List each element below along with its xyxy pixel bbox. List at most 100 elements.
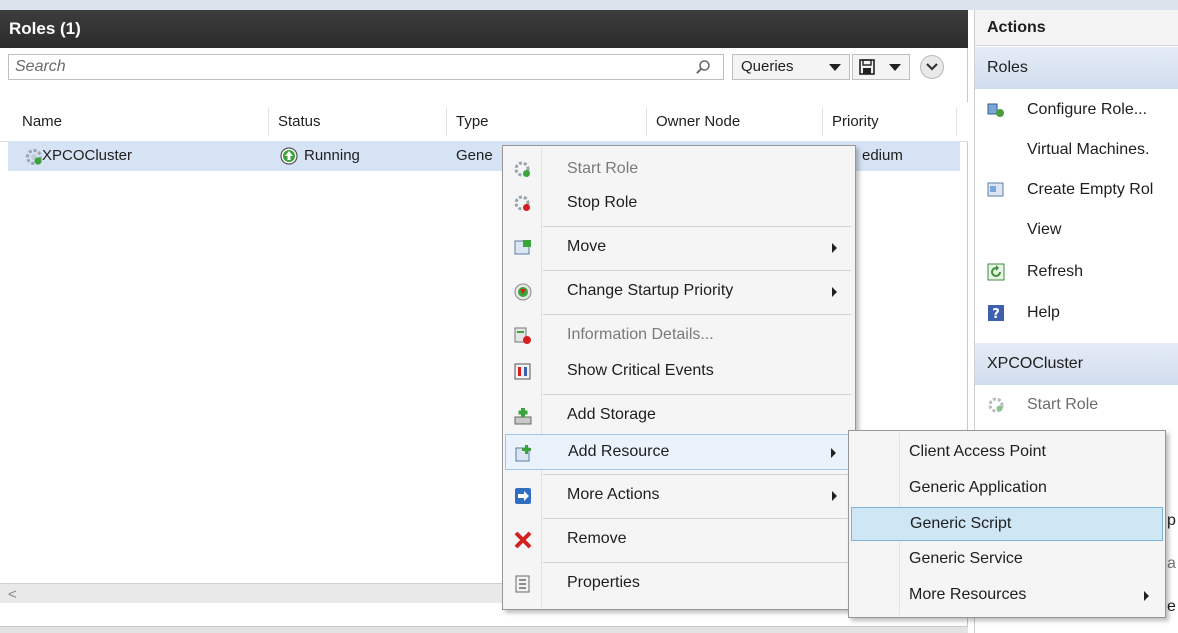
scroll-left-icon[interactable]: < (8, 586, 17, 603)
action-help[interactable]: ? Help (975, 293, 1178, 333)
menu-item-label: Information Details... (567, 326, 714, 343)
action-label: Virtual Machines. (1027, 141, 1150, 158)
search-row: Queries (0, 52, 968, 82)
add-storage-icon (514, 408, 532, 425)
queries-button[interactable]: Queries (732, 54, 850, 80)
actions-section-xpcocluster[interactable]: XPCOCluster (975, 343, 1178, 385)
action-view[interactable]: View (975, 210, 1178, 250)
action-create-empty-role[interactable]: Create Empty Rol (975, 170, 1178, 210)
menu-separator (543, 226, 851, 227)
menu-item-change-startup-priority[interactable]: Change Startup Priority (505, 274, 853, 310)
column-divider[interactable] (646, 108, 647, 136)
save-query-button[interactable] (852, 54, 910, 80)
column-header-owner-node[interactable]: Owner Node (656, 102, 740, 142)
menu-separator (543, 394, 851, 395)
chevron-down-icon (889, 64, 901, 71)
column-header-priority[interactable]: Priority (832, 102, 879, 142)
partial-action-letter: e (1167, 598, 1176, 615)
search-box[interactable] (8, 54, 724, 80)
action-configure-role[interactable]: Configure Role... (975, 90, 1178, 130)
submenu-arrow-icon (832, 491, 837, 501)
menu-item-label: Add Resource (568, 443, 670, 460)
menu-item-move[interactable]: Move (505, 230, 853, 266)
column-divider[interactable] (268, 108, 269, 136)
menu-item-label: Stop Role (567, 194, 638, 211)
menu-item-information-details[interactable]: Information Details... (505, 318, 853, 354)
stop-role-icon (514, 195, 530, 211)
action-label: Help (1027, 304, 1060, 321)
action-label: Refresh (1027, 263, 1084, 280)
running-status-icon (280, 147, 298, 165)
submenu-item-generic-application[interactable]: Generic Application (851, 472, 1163, 506)
row-type: Gene (456, 147, 493, 164)
context-menu: Start Role Stop Role Move Change Startup… (502, 145, 856, 610)
queries-label: Queries (741, 58, 794, 75)
chevron-down-icon (829, 64, 841, 71)
startup-priority-icon (514, 283, 532, 301)
actions-section-roles[interactable]: Roles (975, 47, 1178, 89)
menu-item-stop-role[interactable]: Stop Role (505, 186, 853, 222)
menu-item-label: Add Storage (567, 406, 656, 423)
start-role-icon (988, 397, 1004, 413)
submenu-item-label: Generic Application (909, 479, 1047, 496)
column-divider[interactable] (446, 108, 447, 136)
menu-item-remove[interactable]: Remove (505, 522, 853, 558)
information-details-icon (514, 327, 531, 344)
search-input[interactable] (15, 57, 675, 77)
menu-item-label: Move (567, 238, 607, 255)
action-label: Configure Role... (1027, 101, 1148, 118)
submenu-item-label: Generic Service (909, 550, 1023, 567)
submenu-item-generic-script[interactable]: Generic Script (851, 507, 1163, 541)
window-top-strip (0, 0, 1178, 10)
actions-pane-title: Actions (975, 10, 1178, 46)
submenu-arrow-icon (832, 243, 837, 253)
column-header-name[interactable]: Name (22, 102, 62, 142)
column-divider[interactable] (822, 108, 823, 136)
menu-item-add-resource[interactable]: Add Resource (505, 434, 853, 470)
action-refresh[interactable]: Refresh (975, 252, 1178, 292)
submenu-arrow-icon (1144, 591, 1149, 601)
menu-item-more-actions[interactable]: More Actions (505, 478, 853, 514)
column-header-status[interactable]: Status (278, 102, 321, 142)
more-actions-icon (515, 488, 531, 504)
expand-collapse-button[interactable] (920, 55, 944, 79)
menu-separator (543, 314, 851, 315)
action-label: View (1027, 221, 1062, 238)
help-icon: ? (988, 305, 1004, 322)
refresh-icon (987, 263, 1005, 281)
start-role-icon (514, 161, 530, 177)
menu-item-label: More Actions (567, 486, 660, 503)
menu-item-label: Show Critical Events (567, 362, 714, 379)
pane-splitter[interactable] (0, 626, 968, 633)
submenu-item-client-access-point[interactable]: Client Access Point (851, 436, 1163, 470)
save-icon (859, 59, 875, 75)
submenu-item-more-resources[interactable]: More Resources (851, 579, 1163, 613)
move-icon (514, 240, 531, 255)
search-icon[interactable] (695, 59, 711, 75)
menu-separator (543, 518, 851, 519)
roles-pane-title: Roles (1) (0, 10, 968, 48)
column-divider[interactable] (956, 108, 957, 136)
action-virtual-machines[interactable]: Virtual Machines. (975, 130, 1178, 170)
menu-item-add-storage[interactable]: Add Storage (505, 398, 853, 434)
column-header-row: Name Status Type Owner Node Priority (0, 102, 968, 142)
menu-separator (543, 562, 851, 563)
role-gear-icon (26, 149, 42, 165)
submenu-arrow-icon (832, 287, 837, 297)
partial-action-letter: a (1167, 555, 1176, 572)
menu-item-start-role[interactable]: Start Role (505, 152, 853, 188)
properties-icon (515, 575, 530, 593)
submenu-item-label: More Resources (909, 586, 1027, 603)
partial-action-letter: p (1167, 512, 1176, 529)
column-header-type[interactable]: Type (456, 102, 489, 142)
menu-item-properties[interactable]: Properties (505, 566, 853, 602)
configure-role-icon (987, 103, 1004, 117)
action-label: Create Empty Rol (1027, 181, 1154, 198)
action-start-role[interactable]: Start Role (975, 385, 1178, 425)
menu-item-show-critical-events[interactable]: Show Critical Events (505, 354, 853, 390)
create-empty-role-icon (987, 182, 1004, 197)
menu-item-label: Change Startup Priority (567, 282, 734, 299)
submenu-item-generic-service[interactable]: Generic Service (851, 543, 1163, 577)
critical-events-icon (514, 363, 531, 380)
chevron-down-icon (926, 63, 938, 71)
